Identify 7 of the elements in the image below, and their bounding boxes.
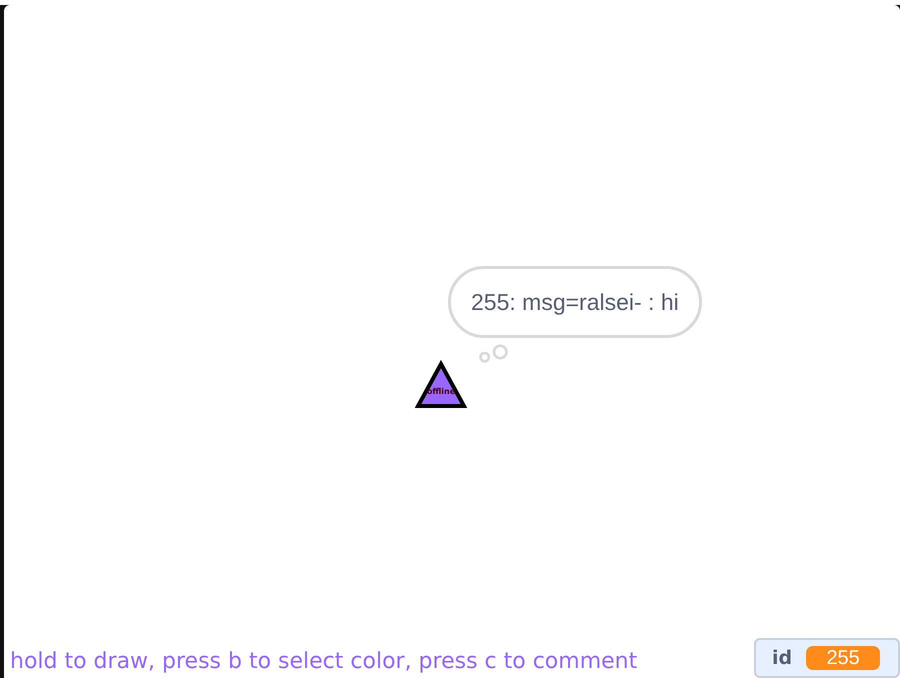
thought-tail-icon xyxy=(479,344,508,363)
monitor-value: 255 xyxy=(806,646,880,670)
triangle-sprite[interactable] xyxy=(415,360,467,408)
monitor-label: id xyxy=(772,647,792,669)
thought-bubble: 255: msg=ralsei- : hi xyxy=(448,266,702,338)
sprite-label: offline xyxy=(426,387,456,396)
hint-text: hold to draw, press b to select color, press c to comment xyxy=(10,649,638,674)
